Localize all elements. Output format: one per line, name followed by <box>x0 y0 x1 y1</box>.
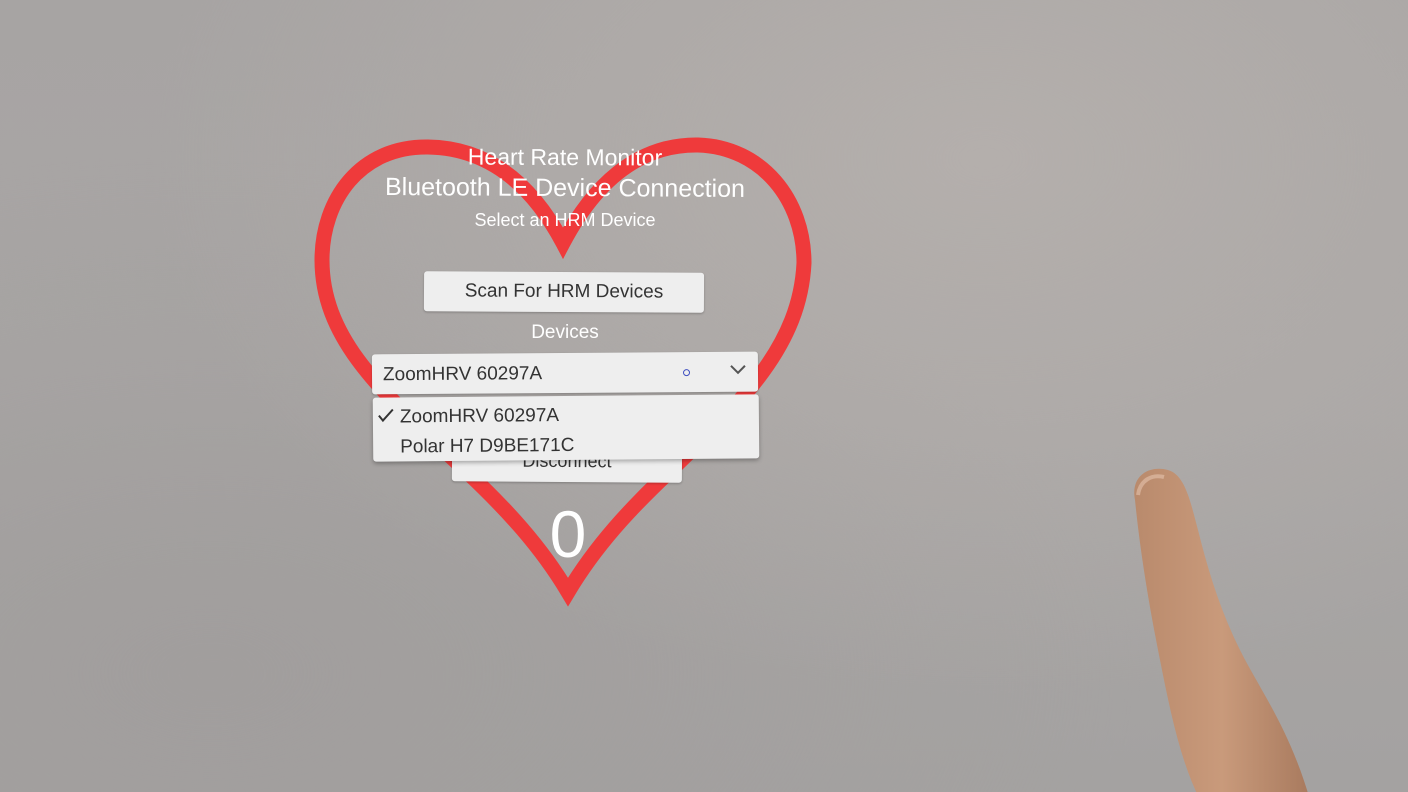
device-dropdown[interactable]: ZoomHRV 60297A <box>371 351 759 395</box>
app-title: Heart Rate Monitor <box>467 143 663 171</box>
devices-label: Devices <box>531 322 599 343</box>
dropdown-selected-value: ZoomHRV 60297A <box>382 363 543 386</box>
heart-rate-value: 0 <box>549 497 587 571</box>
app-subtitle-connection: Bluetooth LE Device Connection <box>384 173 746 203</box>
dropdown-option-polar[interactable]: Polar H7 D9BE171C <box>373 428 759 461</box>
checkmark-icon <box>378 408 394 423</box>
scan-devices-button[interactable]: Scan For HRM Devices <box>423 271 705 313</box>
pointing-finger-image <box>1134 468 1308 792</box>
dropdown-option-label: Polar H7 D9BE171C <box>400 434 575 458</box>
gaze-cursor-icon <box>682 369 691 377</box>
hrm-connection-panel: Heart Rate Monitor Bluetooth LE Device C… <box>300 130 830 610</box>
dropdown-option-label: ZoomHRV 60297A <box>399 405 560 428</box>
dropdown-option-zoomhrv[interactable]: ZoomHRV 60297A <box>373 398 759 431</box>
chevron-down-icon <box>730 365 746 375</box>
device-dropdown-list: ZoomHRV 60297A Polar H7 D9BE171C <box>372 394 760 462</box>
instruction-text: Select an HRM Device <box>474 210 656 230</box>
